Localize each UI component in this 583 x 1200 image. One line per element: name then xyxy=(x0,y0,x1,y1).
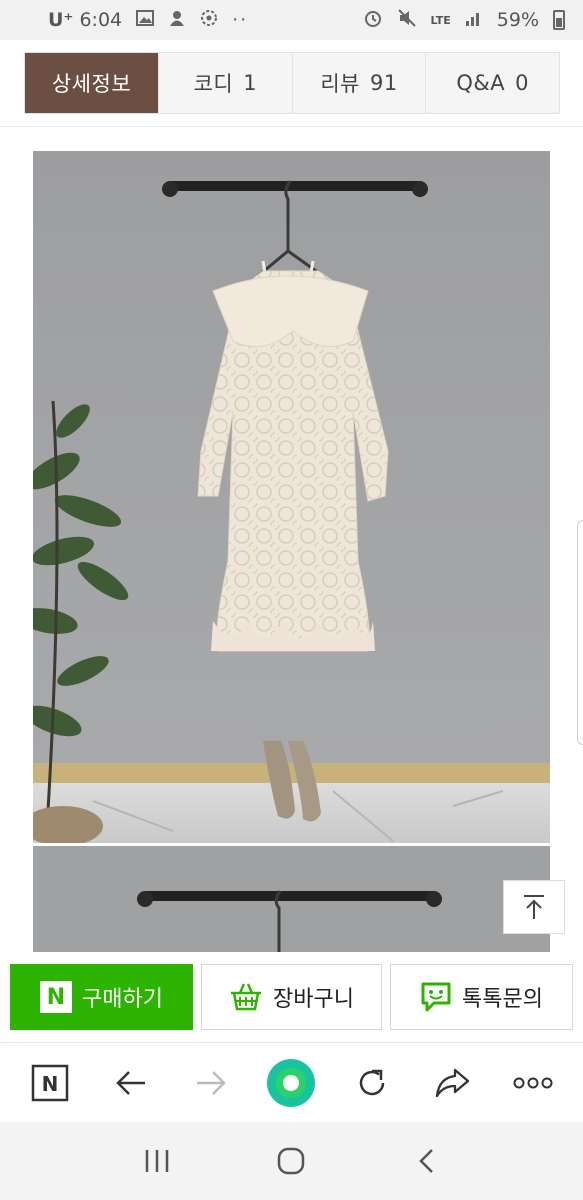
naver-pay-logo: N xyxy=(40,981,73,1013)
product-photo-illustration xyxy=(33,151,550,843)
tab-reviews[interactable]: 리뷰 91 xyxy=(292,53,427,113)
scroll-handle[interactable] xyxy=(577,520,583,745)
more-notifications-icon: ·· xyxy=(232,9,249,31)
talk-bubble-icon xyxy=(421,982,451,1012)
recent-apps-icon xyxy=(145,1150,169,1172)
tab-count: 0 xyxy=(515,71,529,95)
system-back-icon xyxy=(419,1149,433,1173)
gallery-icon xyxy=(136,9,155,31)
share-button[interactable] xyxy=(424,1055,480,1111)
mute-icon xyxy=(397,8,417,33)
talk-inquiry-button[interactable]: 톡톡문의 xyxy=(390,964,573,1030)
status-bar: U⁺ 6:04 ·· LTE 59% xyxy=(0,0,583,40)
tabs-divider xyxy=(0,126,583,127)
naver-home-letter: N xyxy=(42,1072,59,1096)
system-back-button[interactable] xyxy=(396,1131,456,1191)
network-label: LTE xyxy=(430,13,451,27)
notification-app-icon xyxy=(168,9,186,32)
battery-percent: 59% xyxy=(496,9,539,31)
talk-button-label: 톡톡문의 xyxy=(462,987,543,1012)
tab-label: 리뷰 xyxy=(320,72,360,96)
cart-button-label: 장바구니 xyxy=(273,987,354,1012)
home-icon xyxy=(278,1147,305,1175)
product-photo-secondary xyxy=(33,846,550,952)
product-photo xyxy=(33,151,550,843)
tab-label: Q&A xyxy=(456,71,506,95)
recent-apps-button[interactable] xyxy=(127,1131,187,1191)
back-arrow-icon xyxy=(115,1070,145,1095)
browser-toolbar: N xyxy=(0,1042,583,1122)
forward-arrow-icon xyxy=(197,1070,226,1095)
battery-icon xyxy=(553,10,565,30)
more-icon xyxy=(513,1077,553,1088)
tab-count: 91 xyxy=(369,71,398,95)
arrow-up-to-top-icon xyxy=(524,895,544,919)
naver-home-button[interactable]: N xyxy=(22,1055,78,1111)
forward-button[interactable] xyxy=(183,1055,239,1111)
home-button[interactable] xyxy=(261,1131,321,1191)
tab-codi[interactable]: 코디 1 xyxy=(159,53,293,113)
more-button[interactable] xyxy=(505,1055,561,1111)
alarm-icon xyxy=(363,8,383,33)
cart-button[interactable]: 장바구니 xyxy=(201,964,382,1030)
settings-app-icon xyxy=(200,9,218,32)
product-photo-secondary-illustration xyxy=(33,846,550,952)
green-dot-icon xyxy=(267,1058,316,1107)
system-nav-bar xyxy=(0,1122,583,1200)
tab-qna[interactable]: Q&A 0 xyxy=(426,53,560,113)
back-button[interactable] xyxy=(103,1055,159,1111)
buy-button-label: 구매하기 xyxy=(82,987,163,1012)
share-icon xyxy=(436,1068,470,1097)
tab-label: 코디 xyxy=(193,72,234,96)
tab-detail-info[interactable]: 상세정보 xyxy=(25,53,159,113)
detail-tabs: 상세정보 코디 1 리뷰 91 Q&A 0 xyxy=(24,52,560,114)
carrier-label: U⁺ xyxy=(48,9,74,31)
tab-label: 상세정보 xyxy=(51,72,132,96)
tab-count: 1 xyxy=(243,71,258,95)
status-left: U⁺ 6:04 ·· xyxy=(48,9,248,32)
reload-button[interactable] xyxy=(344,1055,400,1111)
scroll-to-top-button[interactable] xyxy=(503,880,565,934)
purchase-actions: N 구매하기 장바구니 톡톡문의 xyxy=(10,964,573,1030)
clock: 6:04 xyxy=(79,9,123,31)
signal-icon xyxy=(465,9,483,32)
basket-icon xyxy=(231,983,262,1011)
buy-button[interactable]: N 구매하기 xyxy=(10,964,193,1030)
naver-home-icon: N xyxy=(31,1064,69,1101)
green-dot-button[interactable] xyxy=(263,1055,319,1111)
status-right: LTE 59% xyxy=(363,8,565,33)
reload-icon xyxy=(359,1069,385,1095)
